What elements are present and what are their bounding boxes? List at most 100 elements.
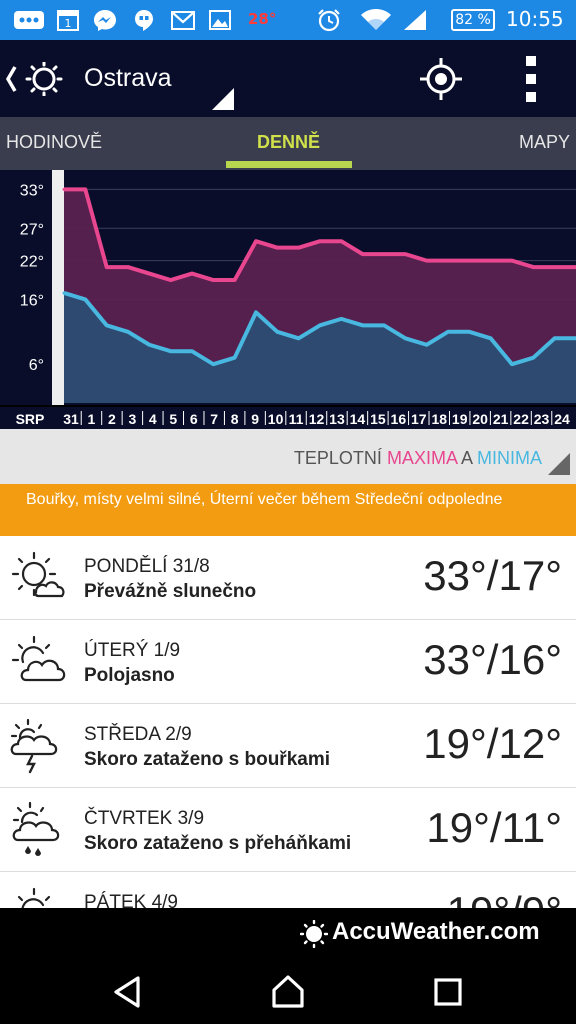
recents-icon[interactable] [426, 970, 470, 1014]
gallery-icon [208, 8, 232, 32]
x-tick-label: 15 [370, 411, 386, 427]
home-icon[interactable] [266, 970, 310, 1014]
min-point [169, 349, 173, 353]
active-tab-indicator [226, 161, 352, 168]
min-point [382, 323, 386, 327]
tab-bar: HODINOVĚ DENNĚ MAPY [0, 117, 576, 170]
forecast-temp: 19°/11° [426, 804, 562, 851]
forecast-temp: 19°/12° [423, 720, 562, 767]
calendar-day: 1 [65, 17, 72, 30]
x-tick-label: 24 [554, 411, 570, 427]
tab-hourly[interactable]: HODINOVĚ [6, 132, 102, 153]
min-point [83, 297, 87, 301]
wifi-icon [360, 8, 392, 32]
temperature-chart[interactable]: 33° 27° 22° 16° 6° [0, 170, 576, 405]
max-point [62, 187, 66, 191]
forecast-day: PÁTEK 4/9 [84, 892, 178, 908]
tab-daily[interactable]: DENNĚ [257, 132, 320, 153]
max-point [489, 259, 493, 263]
signal-icon [402, 8, 428, 32]
x-tick-label: 12 [309, 411, 325, 427]
x-tick-label: 19 [452, 411, 468, 427]
min-point [105, 323, 109, 327]
sun-icon [25, 62, 63, 96]
forecast-row[interactable]: STŘEDA 2/9 Skoro zataženo s bouřkami 19°… [0, 704, 576, 788]
x-tick-label: 7 [210, 411, 218, 427]
alarm-icon [316, 8, 342, 32]
min-point [339, 317, 343, 321]
brand-name[interactable]: AccuWeather.com [332, 918, 540, 946]
max-point [361, 252, 365, 256]
legend-prefix: TEPLOTNÍ [293, 448, 382, 468]
status-bar: 1 28° 82 % 10:55 [0, 0, 576, 40]
legend-text: TEPLOTNÍ MAXIMA A MINIMA [294, 448, 542, 469]
max-point [254, 239, 258, 243]
forecast-temp: 19°/9° [447, 888, 562, 908]
min-point [297, 336, 301, 340]
max-point [147, 272, 151, 276]
forecast-row[interactable]: PONDĚLÍ 31/8 Převážně slunečno 33°/17° [0, 536, 576, 620]
calendar-icon: 1 [56, 8, 80, 32]
legend-connector: A [460, 448, 472, 468]
back-button[interactable] [4, 62, 70, 96]
brand-bar: AccuWeather.com [0, 908, 576, 960]
min-point [147, 343, 151, 347]
back-chevron-icon [5, 66, 17, 92]
x-tick-label: 5 [169, 411, 177, 427]
x-tick-label: 21 [493, 411, 509, 427]
gmail-icon [170, 8, 196, 32]
x-tick-label: 3 [128, 411, 136, 427]
weather-alert[interactable]: Bouřky, místy velmi silné, Úterní večer … [0, 484, 576, 536]
min-point [62, 291, 66, 295]
max-point [190, 272, 194, 276]
forecast-condition: Skoro zataženo s přeháňkami [84, 833, 352, 854]
max-point [233, 278, 237, 282]
forecast-list: PONDĚLÍ 31/8 Převážně slunečno 33°/17° Ú… [0, 536, 576, 908]
x-tick-label: 20 [472, 411, 488, 427]
forecast-temp: 33°/17° [423, 552, 562, 599]
dropdown-triangle-icon[interactable] [212, 88, 234, 110]
showers-icon [12, 801, 60, 856]
max-point [467, 259, 471, 263]
mostly-sunny-icon [11, 551, 65, 598]
legend-max-label: MAXIMA [386, 448, 457, 468]
thunderstorm-icon [10, 718, 58, 774]
forecast-condition: Skoro zataženo s bouřkami [84, 749, 331, 770]
min-point [510, 362, 514, 366]
max-point [425, 259, 429, 263]
forecast-row[interactable]: PÁTEK 4/9 19°/9° [0, 872, 576, 908]
x-tick-label: 31 [63, 411, 79, 427]
min-point [403, 336, 407, 340]
forecast-row[interactable]: ÚTERÝ 1/9 Polojasno 33°/16° [0, 620, 576, 704]
forecast-condition: Polojasno [84, 665, 175, 686]
forecast-row[interactable]: ČTVRTEK 3/9 Skoro zataženo s přeháňkami … [0, 788, 576, 872]
status-temperature: 28° [248, 10, 277, 28]
min-point [211, 362, 215, 366]
location-target-icon[interactable] [420, 58, 462, 100]
app-header: Ostrava [0, 40, 576, 117]
min-point [361, 323, 365, 327]
x-tick-label: 17 [411, 411, 427, 427]
max-point [553, 265, 557, 269]
forecast-temp: 33°/16° [423, 636, 562, 683]
chart-legend: TEPLOTNÍ MAXIMA A MINIMA [0, 429, 576, 484]
x-tick-label: 1 [88, 411, 96, 427]
status-time: 10:55 [506, 7, 564, 31]
x-tick-label: 22 [513, 411, 529, 427]
max-point [211, 278, 215, 282]
min-point [318, 323, 322, 327]
min-point [553, 336, 557, 340]
back-triangle-icon[interactable] [106, 970, 150, 1014]
city-name[interactable]: Ostrava [84, 64, 172, 93]
messenger-icon [92, 8, 118, 32]
x-tick-label: 13 [329, 411, 345, 427]
min-point [467, 330, 471, 334]
max-point [297, 246, 301, 250]
min-point [233, 356, 237, 360]
tab-maps[interactable]: MAPY [519, 132, 570, 153]
x-tick-label: 16 [391, 411, 407, 427]
battery-icon: 82 % [451, 9, 495, 31]
dropdown-triangle-icon[interactable] [548, 453, 570, 475]
system-nav-bar [0, 960, 576, 1024]
overflow-menu-icon[interactable] [520, 56, 542, 102]
